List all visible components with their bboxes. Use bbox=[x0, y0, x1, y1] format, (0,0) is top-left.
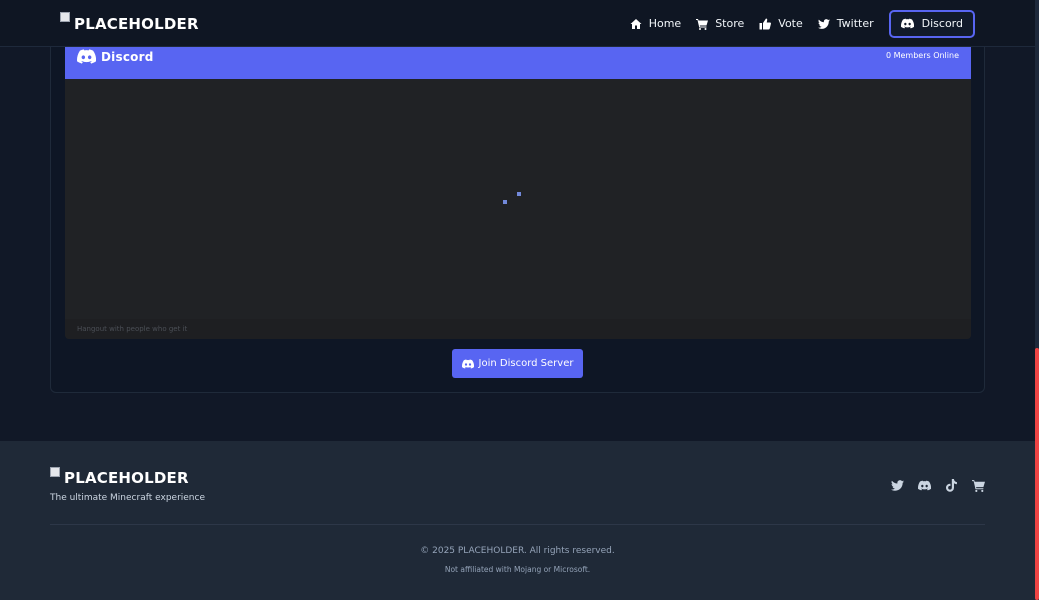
site-footer: PLACEHOLDER The ultimate Minecraft exper… bbox=[0, 441, 1035, 600]
join-discord-button[interactable]: Join Discord Server bbox=[452, 349, 583, 378]
page-scrollbar[interactable] bbox=[1035, 0, 1039, 600]
footer-disclaimer: Not affiliated with Mojang or Microsoft. bbox=[444, 565, 591, 574]
discord-icon[interactable] bbox=[918, 479, 931, 492]
nav-link-twitter[interactable]: Twitter bbox=[817, 17, 874, 30]
cart-icon bbox=[696, 18, 709, 30]
footer-logo-image bbox=[50, 467, 60, 477]
home-icon bbox=[630, 18, 642, 29]
discord-widget: Discord 0 Members Online Hangout with pe… bbox=[65, 33, 971, 339]
footer-copyright: © 2025 PLACEHOLDER. All rights reserved. bbox=[420, 546, 615, 556]
nav-link-store-label: Store bbox=[715, 17, 745, 30]
nav-link-home[interactable]: Home bbox=[630, 17, 681, 30]
tiktok-icon[interactable] bbox=[945, 479, 958, 492]
footer-brand-text: PLACEHOLDER bbox=[64, 469, 189, 487]
nav-link-vote[interactable]: Vote bbox=[759, 17, 803, 30]
logo-image bbox=[60, 12, 70, 22]
footer-logo[interactable]: PLACEHOLDER bbox=[50, 466, 189, 487]
thumbs-up-icon bbox=[759, 18, 772, 29]
spinner-dot bbox=[517, 192, 521, 196]
top-navbar: PLACEHOLDER Home Store Vote Twitter Disc… bbox=[0, 0, 1035, 47]
loading-spinner-icon bbox=[503, 192, 523, 206]
members-online-count: 0 Members Online bbox=[885, 51, 959, 60]
nav-link-store[interactable]: Store bbox=[696, 17, 744, 30]
nav-link-twitter-label: Twitter bbox=[836, 17, 874, 30]
twitter-icon[interactable] bbox=[891, 479, 904, 492]
twitter-icon bbox=[817, 18, 830, 29]
footer-tagline: The ultimate Minecraft experience bbox=[50, 493, 205, 503]
nav-links: Home Store Vote Twitter Discord bbox=[615, 0, 975, 47]
discord-icon bbox=[900, 18, 914, 29]
join-discord-label: Join Discord Server bbox=[478, 358, 574, 369]
nav-discord-button[interactable]: Discord bbox=[888, 9, 975, 38]
discord-icon bbox=[77, 49, 96, 64]
nav-link-home-label: Home bbox=[648, 17, 682, 30]
discord-widget-logo[interactable]: Discord bbox=[77, 49, 153, 64]
site-brand-text: PLACEHOLDER bbox=[74, 15, 199, 33]
scrollbar-thumb[interactable] bbox=[1035, 348, 1039, 600]
page: Discord 0 Members Online Hangout with pe… bbox=[0, 0, 1035, 600]
cart-icon[interactable] bbox=[972, 479, 985, 492]
site-logo[interactable]: PLACEHOLDER bbox=[60, 11, 199, 33]
discord-icon bbox=[461, 359, 474, 368]
nav-link-vote-label: Vote bbox=[778, 17, 803, 30]
footer-social-links bbox=[877, 479, 985, 492]
spinner-dot bbox=[503, 200, 507, 204]
discord-widget-footer: Hangout with people who get it bbox=[65, 319, 971, 339]
footer-divider bbox=[50, 524, 985, 525]
discord-widget-title: Discord bbox=[101, 49, 154, 64]
nav-discord-label: Discord bbox=[921, 17, 963, 30]
